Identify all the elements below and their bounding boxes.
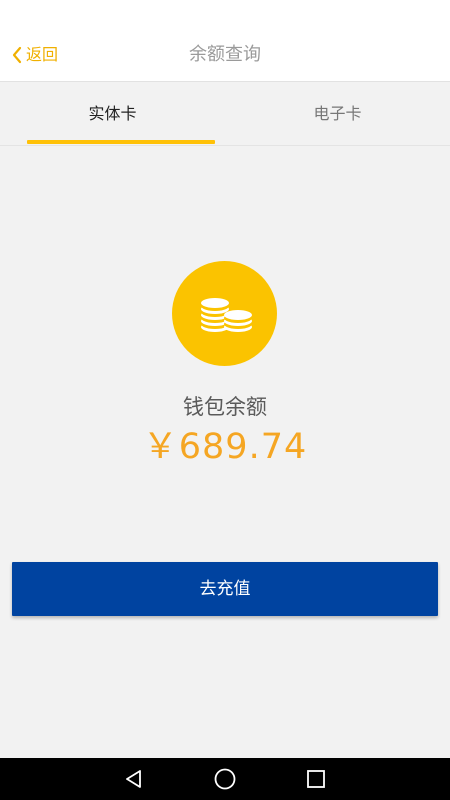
header-bar: 返回 余额查询 <box>0 0 450 82</box>
coins-icon <box>200 297 252 332</box>
tab-electronic-card[interactable]: 电子卡 <box>225 82 450 146</box>
tab-physical-card[interactable]: 实体卡 <box>0 82 225 146</box>
nav-back-button[interactable] <box>104 758 164 800</box>
page-title: 余额查询 <box>189 44 261 65</box>
tab-bar: 实体卡 电子卡 <box>0 82 450 146</box>
recent-square-icon <box>307 770 325 788</box>
recharge-button[interactable]: 去充值 <box>12 562 438 616</box>
nav-recent-apps-button[interactable] <box>286 758 346 800</box>
wallet-balance-amount: ￥689.74 <box>142 427 308 467</box>
wallet-icon-circle <box>172 261 277 366</box>
system-nav-bar <box>0 758 450 800</box>
active-tab-indicator <box>27 140 215 144</box>
wallet-balance-label: 钱包余额 <box>183 395 267 419</box>
back-triangle-icon <box>126 770 141 788</box>
nav-home-button[interactable] <box>195 758 255 800</box>
home-circle-icon <box>214 768 236 790</box>
